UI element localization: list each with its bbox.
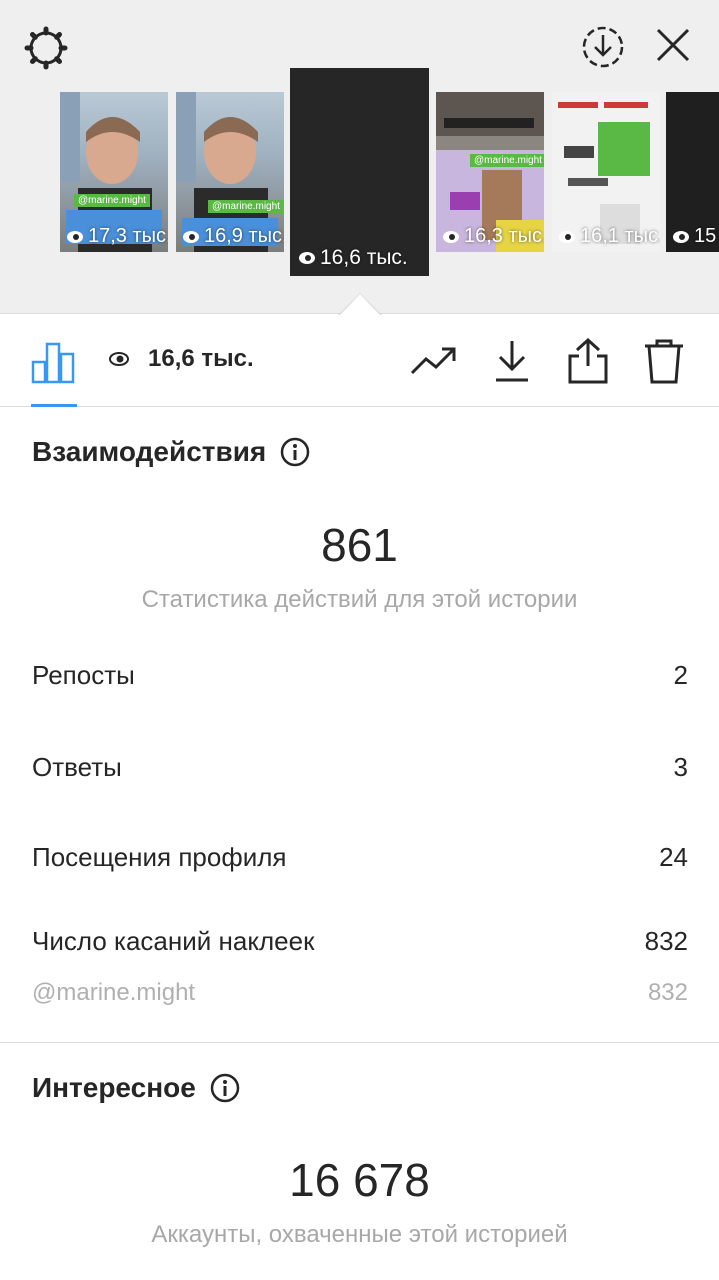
stat-label: Посещения профиля [32, 842, 287, 872]
story-thumbnail[interactable]: @marine.might 16,3 тыс. [436, 92, 544, 252]
story-views: 16,1 тыс. [558, 225, 660, 248]
active-tab-indicator [31, 404, 77, 407]
story-views-count: 16,9 тыс. [204, 225, 284, 247]
story-sticker: @marine.might [470, 154, 544, 167]
stat-label: @marine.might [32, 979, 196, 1006]
story-thumbnails: @marine.might 17,3 тыс. @marine.might 16… [0, 68, 719, 280]
selection-notch [340, 294, 380, 315]
close-icon[interactable] [650, 22, 696, 68]
stat-label: Репосты [32, 660, 135, 690]
eye-icon [443, 230, 459, 243]
discovery-section-title: Интересное [32, 1072, 240, 1104]
toolbar-views-count: 16,6 тыс. [148, 345, 254, 372]
interactions-subtitle: Статистика действий для этой истории [141, 586, 578, 613]
story-views: 17,3 тыс. [66, 225, 168, 248]
discovery-total: 16 678 [289, 1154, 430, 1206]
story-views-count: 16,1 тыс. [580, 225, 660, 247]
interactions-section-title: Взаимодействия [32, 436, 310, 468]
story-thumbnail-selected[interactable]: 16,6 тыс. [290, 68, 429, 276]
story-thumbnail[interactable]: @marine.might 16,9 тыс. [176, 92, 284, 252]
stat-value: 24 [659, 842, 688, 872]
stat-value: 832 [647, 979, 688, 1006]
info-icon[interactable] [210, 1073, 240, 1103]
download-circle-icon[interactable] [578, 22, 628, 72]
stat-row-profile-visits: Посещения профиля 24 [32, 842, 688, 873]
info-icon[interactable] [280, 437, 310, 467]
story-thumbnail[interactable]: 15 [666, 92, 719, 252]
discovery-subtitle: Аккаунты, охваченные этой историей [151, 1221, 568, 1248]
stat-value: 3 [673, 752, 688, 782]
eye-icon [559, 230, 575, 243]
delete-trash-icon[interactable] [640, 337, 688, 385]
section-divider [0, 1042, 719, 1043]
eye-icon [67, 230, 83, 243]
story-views: 15 [672, 225, 716, 248]
share-icon[interactable] [564, 337, 612, 385]
story-strip-header: @marine.might 17,3 тыс. @marine.might 16… [0, 0, 719, 314]
download-icon[interactable] [488, 337, 536, 385]
story-thumbnail[interactable]: @marine.might 17,3 тыс. [60, 92, 168, 252]
insights-chart-icon[interactable] [29, 337, 77, 385]
interactions-title-text: Взаимодействия [32, 436, 267, 467]
stat-value: 832 [644, 926, 688, 956]
stat-row-sticker-mention: @marine.might 832 [32, 979, 688, 1007]
story-views-count: 15 [694, 225, 717, 247]
discovery-title-text: Интересное [32, 1072, 196, 1103]
story-sticker: @marine.might [208, 200, 284, 213]
trending-icon[interactable] [410, 337, 458, 385]
stat-label: Число касаний наклеек [32, 926, 315, 956]
stat-row-shares: Репосты 2 [32, 660, 688, 691]
story-insights-toolbar: 16,6 тыс. [0, 315, 719, 407]
story-views: 16,3 тыс. [442, 225, 544, 248]
stat-label: Ответы [32, 752, 122, 782]
stat-row-replies: Ответы 3 [32, 752, 688, 783]
story-thumbnail[interactable]: 16,1 тыс. [552, 92, 660, 252]
eye-icon [109, 352, 129, 366]
story-views-count: 16,6 тыс. [320, 246, 408, 269]
eye-icon [183, 230, 199, 243]
story-views-count: 17,3 тыс. [88, 225, 168, 247]
stat-value: 2 [673, 660, 688, 690]
story-views: 16,6 тыс. [298, 246, 408, 270]
story-views-count: 16,3 тыс. [464, 225, 544, 247]
settings-gear-icon[interactable] [22, 24, 70, 72]
interactions-total: 861 [321, 519, 398, 571]
story-sticker: @marine.might [74, 194, 150, 207]
eye-icon [299, 252, 315, 264]
eye-icon [673, 230, 689, 243]
story-views: 16,9 тыс. [182, 225, 284, 248]
stat-row-sticker-taps: Число касаний наклеек 832 [32, 926, 688, 957]
toolbar-views: 16,6 тыс. [108, 345, 254, 373]
